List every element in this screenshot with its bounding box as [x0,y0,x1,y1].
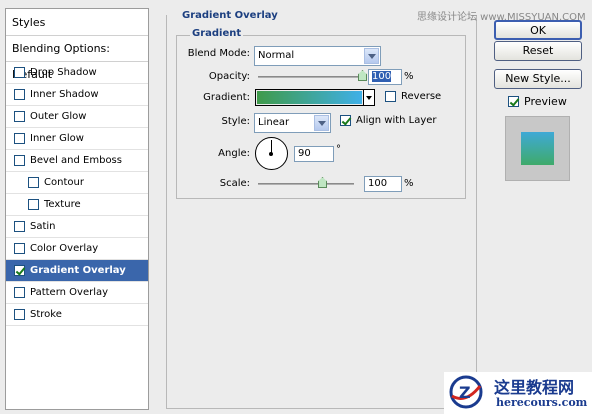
styles-header[interactable]: Styles [6,9,148,36]
satin-checkbox[interactable] [14,221,25,232]
gradient-overlay-checkbox[interactable] [14,265,25,276]
style-item-label: Texture [44,199,81,210]
style-item-pattern-overlay[interactable]: Pattern Overlay [6,282,148,304]
drop-shadow-checkbox[interactable] [14,67,25,78]
style-item-label: Stroke [30,309,62,320]
angle-value: 90 [298,148,311,159]
gradient-preview-strip[interactable] [257,91,362,104]
style-label: Style: [221,116,251,127]
style-value: Linear [258,117,290,128]
reverse-label: Reverse [401,91,442,102]
style-item-label: Inner Glow [30,133,84,144]
blend-mode-value: Normal [258,50,295,61]
reverse-checkbox-box[interactable] [385,91,396,102]
align-with-layer-label: Align with Layer [356,115,437,126]
opacity-slider-track[interactable] [258,76,364,78]
style-select[interactable]: Linear [254,113,331,133]
scale-label: Scale: [219,178,250,189]
gradient-group-title: Gradient [190,28,244,39]
style-item-label: Contour [44,177,84,188]
style-item-satin[interactable]: Satin [6,216,148,238]
ok-button[interactable]: OK [494,20,582,40]
scale-input[interactable]: 100 [364,176,402,192]
style-item-label: Bevel and Emboss [30,155,122,166]
style-item-color-overlay[interactable]: Color Overlay [6,238,148,260]
preview-swatch [521,132,554,165]
chevron-down-icon[interactable] [364,48,379,64]
style-item-label: Pattern Overlay [30,287,109,298]
degree-sign: ° [336,144,341,155]
opacity-percent: % [404,71,414,82]
logo-url-text: herecours.com [496,396,588,409]
opacity-label: Opacity: [208,71,250,82]
gradient-label: Gradient: [203,92,250,103]
pattern-overlay-checkbox[interactable] [14,287,25,298]
style-item-inner-glow[interactable]: Inner Glow [6,128,148,150]
watermark-text: 思缘设计论坛 www.MISSYUAN.COM [417,12,586,23]
style-item-label: Outer Glow [30,111,87,122]
style-item-label: Drop Shadow [30,67,97,78]
gradient-dropdown-arrow-icon[interactable] [363,90,374,105]
svg-text:Z: Z [459,383,471,402]
style-item-gradient-overlay[interactable]: Gradient Overlay [6,260,148,282]
bevel-emboss-checkbox[interactable] [14,155,25,166]
reset-button[interactable]: Reset [494,41,582,61]
logo-emblem-icon: Z [449,375,483,409]
logo-chinese-text: 这里教程网 [494,378,575,397]
style-item-label: Inner Shadow [30,89,99,100]
styles-list-panel: Styles Blending Options: Default Drop Sh… [5,8,149,410]
contour-checkbox[interactable] [28,177,39,188]
style-item-label: Color Overlay [30,243,99,254]
color-overlay-checkbox[interactable] [14,243,25,254]
gradient-overlay-title: Gradient Overlay [180,10,280,21]
scale-slider-track[interactable] [258,183,354,185]
angle-dial[interactable] [255,137,288,170]
site-logo: Z 这里教程网 herecours.com [444,372,592,414]
style-item-bevel-emboss[interactable]: Bevel and Emboss [6,150,148,172]
preview-label: Preview [524,95,567,108]
style-item-label: Gradient Overlay [30,265,126,276]
opacity-value: 100 [372,71,392,82]
inner-glow-checkbox[interactable] [14,133,25,144]
gradient-picker[interactable] [255,89,375,106]
opacity-input[interactable]: 100 [368,69,402,85]
style-item-contour[interactable]: Contour [6,172,148,194]
preview-checkbox[interactable]: Preview [508,95,567,108]
angle-label: Angle: [218,148,250,159]
reverse-checkbox[interactable]: Reverse [385,91,441,102]
blending-options-item[interactable]: Blending Options: Default [6,36,148,81]
scale-value: 100 [368,178,388,189]
outer-glow-checkbox[interactable] [14,111,25,122]
inner-shadow-checkbox[interactable] [14,89,25,100]
stroke-checkbox[interactable] [14,309,25,320]
new-style-button[interactable]: New Style... [494,69,582,89]
style-item-outer-glow[interactable]: Outer Glow [6,106,148,128]
angle-input[interactable]: 90 [294,146,334,162]
style-item-label: Satin [30,221,56,232]
blend-mode-label: Blend Mode: [187,48,250,59]
style-item-stroke[interactable]: Stroke [6,304,148,326]
style-item-texture[interactable]: Texture [6,194,148,216]
align-with-layer-checkbox[interactable]: Align with Layer [340,115,437,126]
align-with-layer-checkbox-box[interactable] [340,115,351,126]
blend-mode-select[interactable]: Normal [254,46,381,66]
style-preview-thumbnail [505,116,570,181]
preview-checkbox-box[interactable] [508,96,519,107]
texture-checkbox[interactable] [28,199,39,210]
chevron-down-icon[interactable] [314,115,329,131]
scale-percent: % [404,178,414,189]
